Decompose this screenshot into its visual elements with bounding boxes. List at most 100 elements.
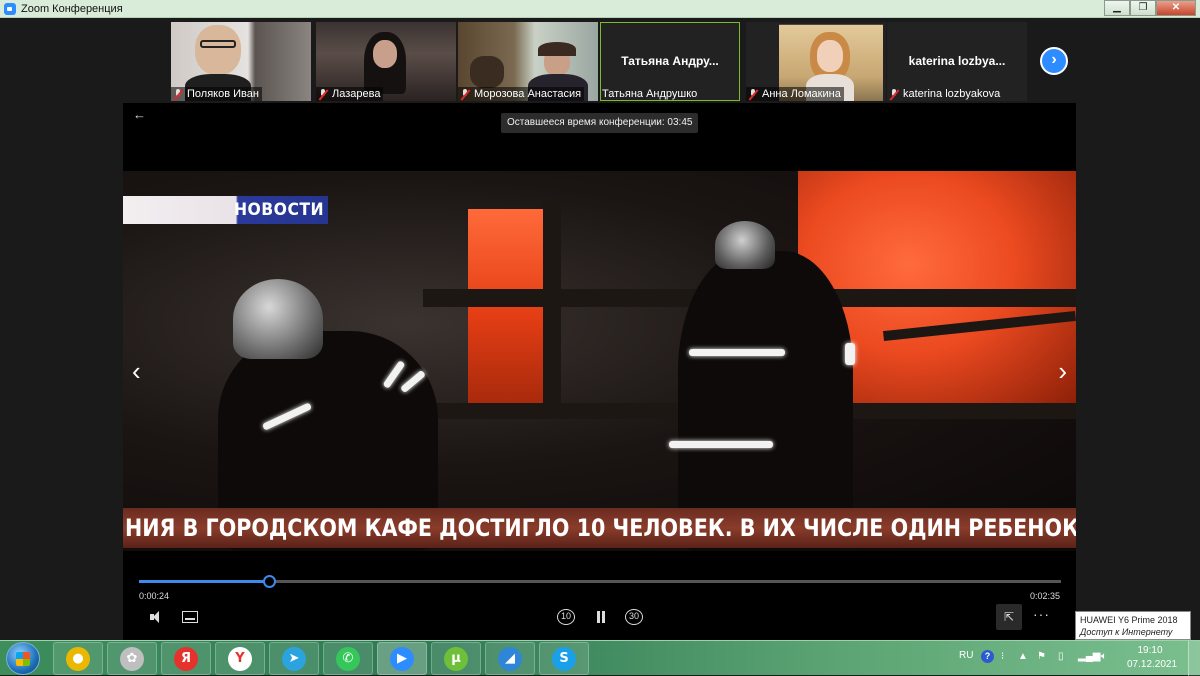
participant-name-label: katerina lozbyakova bbox=[887, 87, 1003, 101]
rewind-button[interactable]: 10 bbox=[557, 609, 575, 625]
show-hidden-icon[interactable]: ▲ bbox=[1018, 651, 1028, 662]
more-options-icon[interactable]: ··· bbox=[1033, 606, 1050, 622]
window-controls: ▁ ❐ ✕ bbox=[1104, 0, 1196, 16]
battery-icon[interactable]: ▯ bbox=[1058, 651, 1064, 662]
participant-name-label: Татьяна Андрушко bbox=[600, 87, 700, 101]
mic-muted-icon bbox=[748, 88, 758, 100]
participant-name: Татьяна Андрушко bbox=[602, 88, 698, 100]
help-icon[interactable]: ? bbox=[981, 650, 994, 663]
total-time: 0:02:35 bbox=[1029, 591, 1060, 601]
taskbar-app-button[interactable]: µ bbox=[431, 642, 481, 675]
participant-display-name: Татьяна Андру... bbox=[621, 54, 719, 68]
taskbar-app-button[interactable]: ✿ bbox=[107, 642, 157, 675]
taskbar-app-button[interactable]: ▶ bbox=[377, 642, 427, 675]
mic-muted-icon bbox=[173, 88, 183, 100]
miniplayer-icon[interactable]: ⇱ bbox=[996, 604, 1022, 630]
current-time: 0:00:24 bbox=[139, 591, 170, 601]
glasses-shape bbox=[200, 40, 236, 48]
mic-muted-icon bbox=[318, 88, 328, 100]
participant-hair bbox=[538, 42, 576, 56]
news-video-frame[interactable]: НОВОСТИ ‹ › НИЯ В ГОРОДСКОМ КАФЕ ДОСТИГЛ… bbox=[123, 171, 1076, 551]
forward-button[interactable]: 30 bbox=[625, 609, 643, 625]
participant-name: Анна Ломакина bbox=[762, 88, 841, 100]
participant-display-name: katerina lozbya... bbox=[908, 54, 1006, 68]
flag-icon[interactable]: ⚑ bbox=[1037, 651, 1046, 662]
show-desktop-button[interactable] bbox=[1188, 641, 1200, 676]
yandex-icon: Y bbox=[228, 646, 252, 671]
window-title: Zoom Конференция bbox=[21, 2, 123, 15]
speaker-icon[interactable]: 🔈︎ bbox=[1101, 651, 1107, 662]
close-button[interactable]: ✕ bbox=[1156, 0, 1196, 16]
next-chevron-icon[interactable]: › bbox=[1058, 356, 1067, 387]
participant-face bbox=[817, 40, 843, 72]
taskbar-app-button[interactable]: Y bbox=[215, 642, 265, 675]
bird-icon: ◢ bbox=[498, 646, 522, 671]
participant-tile-2[interactable]: Морозова Анастасия bbox=[458, 22, 598, 101]
participant-tile-5[interactable]: katerina lozbya... katerina lozbyakova bbox=[887, 22, 1027, 101]
volume-icon[interactable] bbox=[148, 609, 166, 625]
reflective-stripe bbox=[845, 343, 855, 365]
taskbar: ● ✿ Я Y ➤ ✆ ▶ µ ◢ S RU ? ⁝ ▲ ⚑ ▯ ▂▄▆ 🔈︎ 19:10 07.… bbox=[0, 640, 1200, 676]
maximize-button[interactable]: ❐ bbox=[1130, 0, 1156, 16]
news-label: НОВОСТИ bbox=[234, 200, 325, 220]
taskbar-app-button[interactable]: Я bbox=[161, 642, 211, 675]
seek-bar[interactable] bbox=[139, 575, 1061, 588]
background-person bbox=[470, 56, 504, 88]
film-reel-icon: ✿ bbox=[120, 646, 144, 671]
participant-face bbox=[195, 25, 241, 75]
charred-beam bbox=[543, 201, 561, 411]
yandex-browser-icon: Я bbox=[174, 646, 198, 671]
participant-face bbox=[373, 40, 397, 68]
captions-icon[interactable] bbox=[182, 611, 198, 623]
participant-name: Поляков Иван bbox=[187, 88, 259, 100]
skype-icon: S bbox=[552, 646, 576, 671]
tooltip-status: Доступ к Интернету bbox=[1080, 627, 1173, 637]
minimize-button[interactable]: ▁ bbox=[1104, 0, 1130, 16]
network-tooltip: HUAWEI Y6 Prime 2018 Доступ к Интернету bbox=[1075, 611, 1191, 640]
back-arrow-icon[interactable]: ← bbox=[133, 107, 146, 122]
utorrent-icon: µ bbox=[444, 646, 468, 671]
participant-tile-0[interactable]: Поляков Иван bbox=[171, 22, 311, 101]
taskbar-app-button[interactable]: ✆ bbox=[323, 642, 373, 675]
participant-name: katerina lozbyakova bbox=[903, 88, 1001, 100]
taskbar-app-button[interactable]: ➤ bbox=[269, 642, 319, 675]
participant-name-label: Анна Ломакина bbox=[746, 87, 844, 101]
participant-tile-4[interactable]: Анна Ломакина bbox=[746, 22, 886, 101]
participant-tile-1[interactable]: Лазарева bbox=[316, 22, 456, 101]
system-clock[interactable]: 19:10 07.12.2021 bbox=[1127, 644, 1178, 672]
zoom-app-icon bbox=[4, 2, 16, 15]
zoom-icon: ▶ bbox=[390, 646, 414, 671]
participant-tile-3[interactable]: Татьяна Андру... Татьяна Андрушко bbox=[600, 22, 740, 101]
next-participants-button[interactable]: › bbox=[1040, 47, 1068, 75]
reflective-stripe bbox=[689, 349, 785, 356]
pause-button[interactable] bbox=[595, 611, 607, 624]
participant-name: Морозова Анастасия bbox=[474, 88, 582, 100]
helmet-right bbox=[715, 221, 775, 269]
taskbar-app-button[interactable]: ◢ bbox=[485, 642, 535, 675]
clock-date: 07.12.2021 bbox=[1127, 659, 1178, 670]
start-button[interactable] bbox=[6, 642, 40, 675]
participant-name-label: Морозова Анастасия bbox=[458, 87, 585, 101]
news-ticker: НИЯ В ГОРОДСКОМ КАФЕ ДОСТИГЛО 10 ЧЕЛОВЕК… bbox=[123, 508, 1076, 548]
firefighter-right bbox=[678, 251, 853, 551]
taskbar-app-button[interactable]: S bbox=[539, 642, 589, 675]
network-icon[interactable]: ▂▄▆ bbox=[1078, 651, 1100, 662]
seek-thumb[interactable] bbox=[263, 575, 276, 588]
meeting-time-left: Оставшееся время конференции: 03:45 bbox=[501, 113, 699, 133]
previous-chevron-icon[interactable]: ‹ bbox=[132, 356, 141, 387]
participant-name-label: Поляков Иван bbox=[171, 87, 262, 101]
chrome-icon: ● bbox=[66, 646, 90, 671]
taskbar-app-button[interactable]: ● bbox=[53, 642, 103, 675]
participant-name: Лазарева bbox=[332, 88, 381, 100]
seek-progress bbox=[139, 580, 269, 583]
window-titlebar: Zoom Конференция ▁ ❐ ✕ bbox=[0, 0, 1200, 18]
tray-arrow-icon[interactable]: ⁝ bbox=[1001, 651, 1004, 662]
mic-muted-icon bbox=[889, 88, 899, 100]
language-indicator[interactable]: RU bbox=[959, 650, 973, 661]
zoom-meeting-area: Поляков Иван Лазарева Морозова Анастасия… bbox=[0, 19, 1200, 640]
telegram-icon: ➤ bbox=[282, 646, 306, 671]
whatsapp-icon: ✆ bbox=[336, 646, 360, 671]
shared-screen: ← Оставшееся время конференции: 03:45 НО… bbox=[123, 103, 1076, 640]
helmet-left bbox=[233, 279, 323, 359]
ticker-text: НИЯ В ГОРОДСКОМ КАФЕ ДОСТИГЛО 10 ЧЕЛОВЕК… bbox=[125, 514, 1076, 542]
